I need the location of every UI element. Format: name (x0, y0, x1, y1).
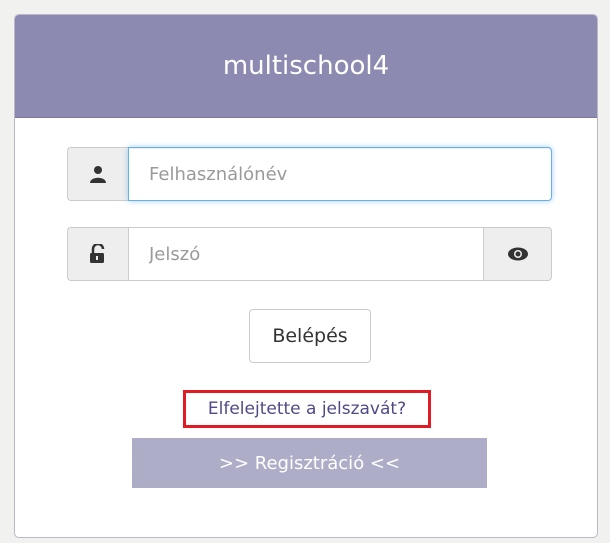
login-button[interactable]: Belépés (249, 309, 371, 363)
app-title: multischool4 (15, 15, 597, 118)
username-input[interactable] (128, 147, 552, 201)
login-panel: multischool4 Belépés Elfel (14, 14, 598, 538)
forgot-password-link[interactable]: Elfelejtette a jelszavát? (183, 390, 431, 428)
username-field (67, 147, 552, 201)
unlock-icon (67, 227, 128, 281)
user-icon (67, 147, 128, 201)
password-field (67, 227, 552, 281)
register-button[interactable]: >> Regisztráció << (132, 438, 487, 488)
password-input[interactable] (128, 227, 484, 281)
eye-icon[interactable] (484, 227, 552, 281)
